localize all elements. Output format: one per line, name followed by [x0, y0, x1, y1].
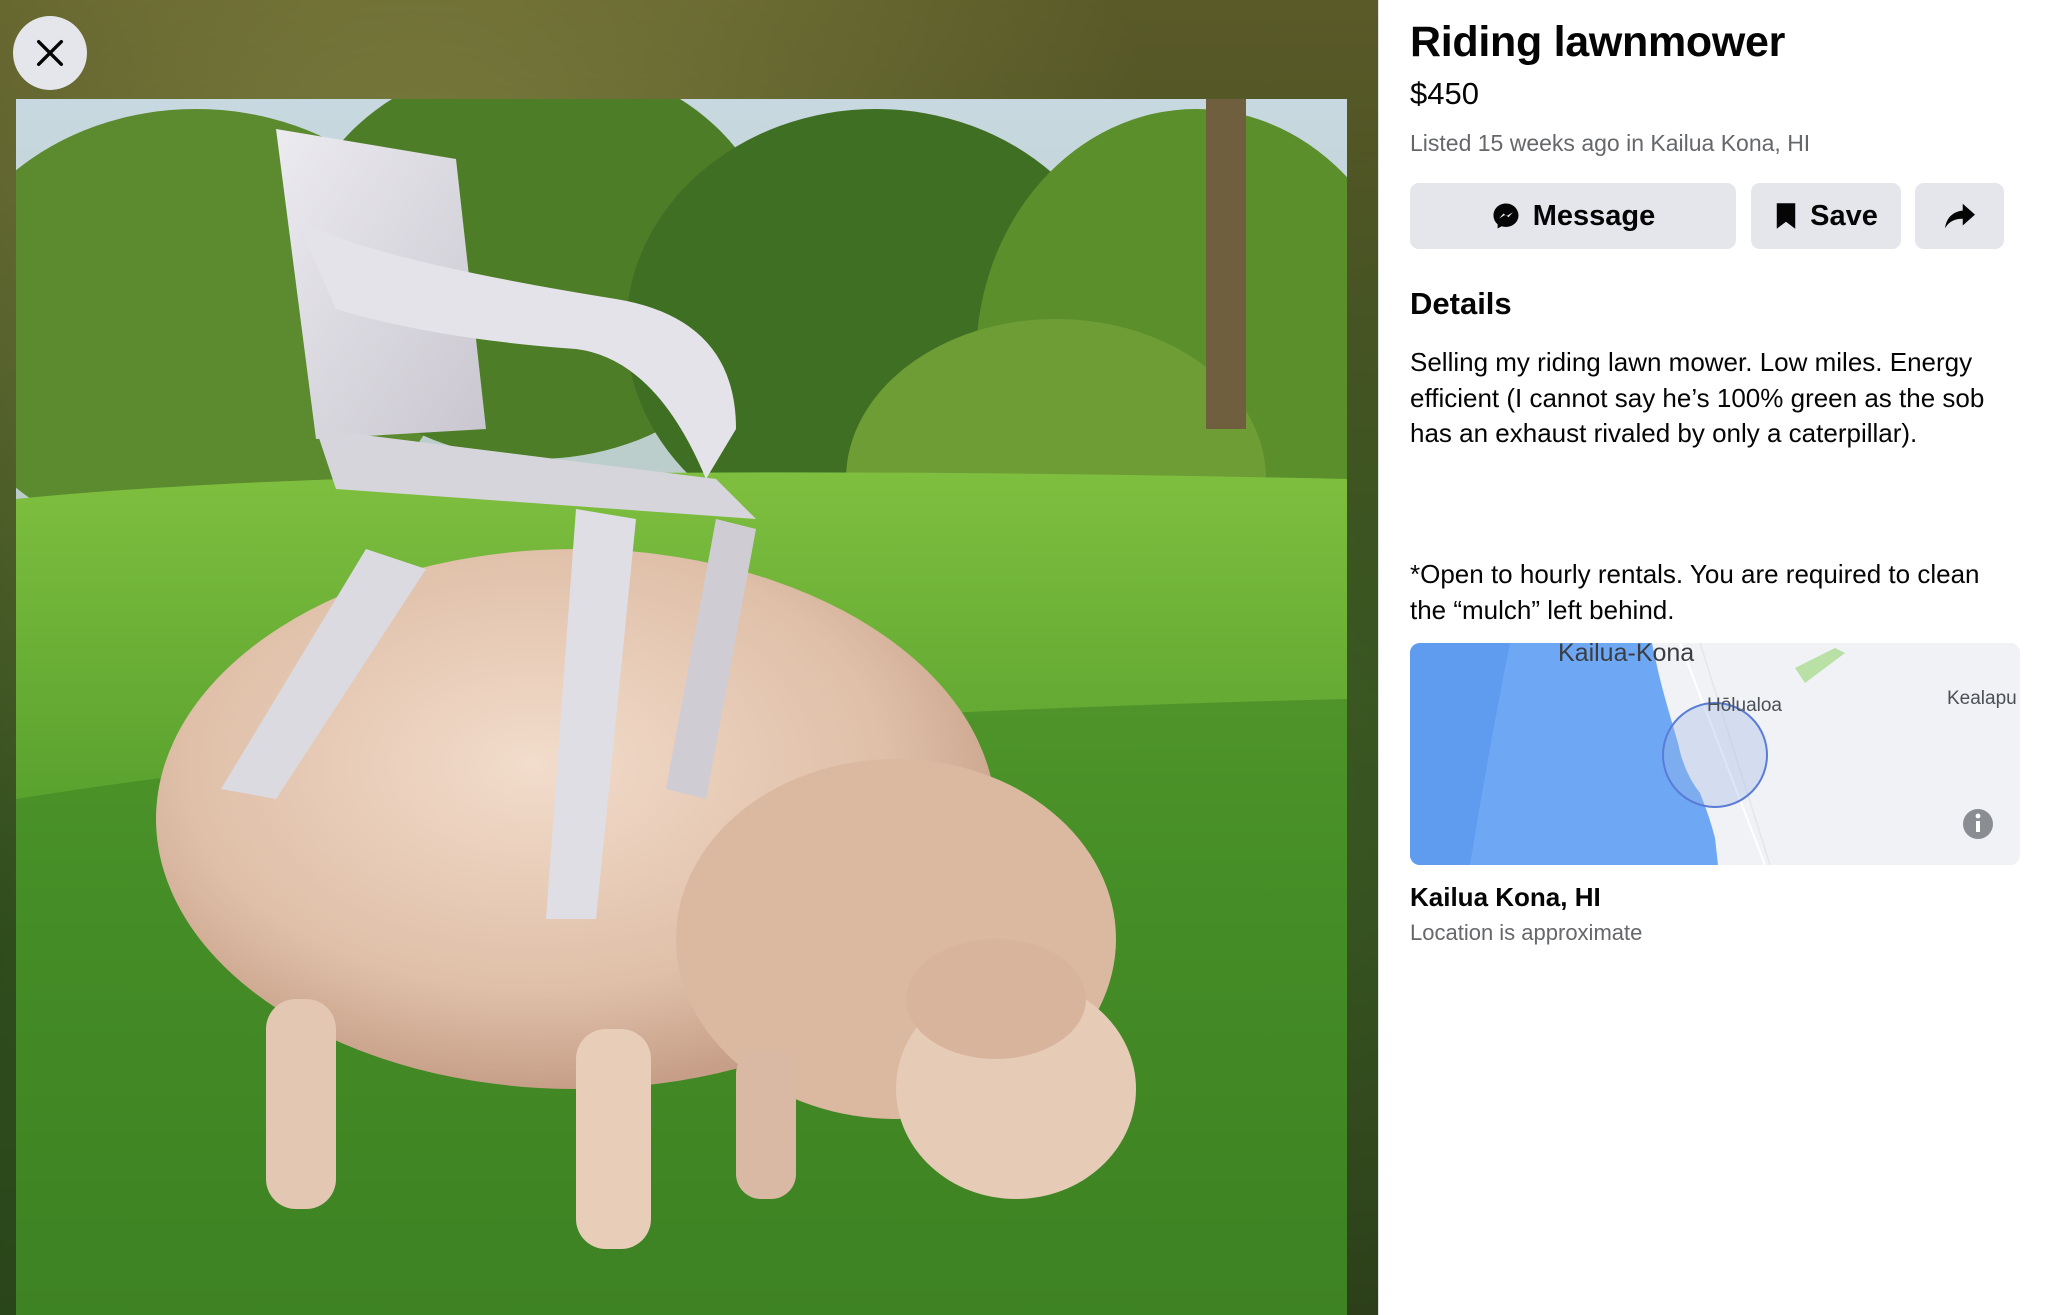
- listing-price: $450: [1410, 76, 1479, 111]
- location-name: Kailua Kona, HI: [1410, 882, 1601, 912]
- location-map[interactable]: Kailua-Kona Hōlualoa Kealapu: [1410, 643, 2020, 865]
- message-button-label: Message: [1532, 199, 1656, 232]
- map-label-town2: Kealapu: [1947, 688, 2017, 709]
- listing-details-panel: Riding lawnmower $450 Listed 15 weeks ag…: [1378, 0, 2048, 1315]
- save-button-label: Save: [1810, 199, 1878, 232]
- photo-viewer: [0, 0, 1378, 1315]
- listing-meta: Listed 15 weeks ago in Kailua Kona, HI: [1410, 130, 1811, 156]
- close-button[interactable]: [13, 16, 87, 90]
- save-button[interactable]: Save: [1751, 183, 1901, 249]
- close-icon: [36, 39, 64, 67]
- location-note: Location is approximate: [1410, 920, 1643, 945]
- share-icon: [1944, 203, 1975, 229]
- share-button[interactable]: [1915, 183, 2004, 249]
- listing-photo: [16, 99, 1347, 1315]
- listing-note: *Open to hourly rentals. You are require…: [1410, 559, 1980, 625]
- listing-description: Selling my riding lawn mower. Low miles.…: [1410, 347, 1985, 448]
- map-graphic: [1410, 643, 2020, 865]
- info-icon[interactable]: [1963, 809, 1993, 839]
- details-heading: Details: [1410, 286, 1512, 321]
- map-label-city: Kailua-Kona: [1558, 643, 1695, 667]
- message-button[interactable]: Message: [1410, 183, 1736, 249]
- messenger-icon: [1493, 203, 1519, 229]
- listing-title: Riding lawnmower: [1410, 18, 1786, 66]
- map-label-town1: Hōlualoa: [1707, 695, 1782, 716]
- bookmark-icon: [1776, 203, 1796, 229]
